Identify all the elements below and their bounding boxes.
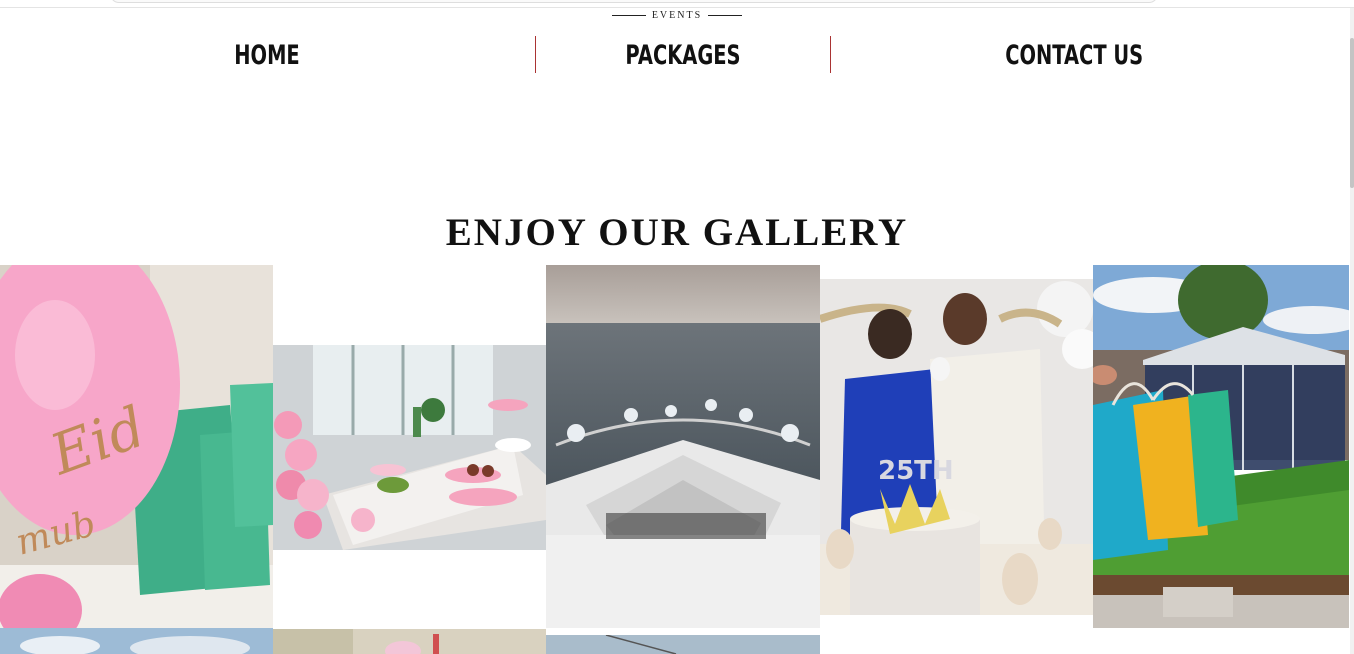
scrollbar-thumb[interactable] <box>1350 38 1354 188</box>
nav-packages-link[interactable]: PACKAGES <box>620 36 747 74</box>
dessert-table-photo <box>273 345 546 550</box>
events-rule-left <box>611 15 646 17</box>
gallery-image-eid[interactable]: Eid mub <box>0 265 273 628</box>
cotton-candy-photo <box>273 629 546 654</box>
gazebo-photo <box>1093 265 1349 628</box>
nav-contact-link[interactable]: CONTACT US <box>1005 36 1143 74</box>
page-scrollbar[interactable] <box>1350 8 1354 654</box>
gallery-image-sky[interactable] <box>0 628 273 654</box>
gallery-image-gazebo[interactable] <box>1093 265 1349 628</box>
gallery-image-cotton-candy[interactable] <box>273 629 546 654</box>
main-nav: HOME PACKAGES CONTACT US <box>0 36 1354 74</box>
gallery-image-dessert-table[interactable] <box>273 345 546 550</box>
nav-divider <box>535 36 536 73</box>
browser-top-strip <box>0 0 1354 8</box>
sky-photo <box>0 628 273 654</box>
anniversary-photo: 25TH <box>820 279 1093 615</box>
gallery-image-anniversary[interactable]: 25TH <box>820 279 1093 615</box>
gallery-image-sea-sky[interactable] <box>546 635 820 654</box>
eid-photo: Eid mub <box>0 265 273 628</box>
sea-sky-photo <box>546 635 820 654</box>
events-rule-right <box>708 15 743 17</box>
svg-text:25TH: 25TH <box>878 456 954 486</box>
nav-divider <box>830 36 831 73</box>
nav-home-link[interactable]: HOME <box>209 36 324 74</box>
yacht-photo <box>546 265 820 628</box>
gallery-image-yacht[interactable] <box>546 265 820 628</box>
events-label: EVENTS <box>651 10 703 21</box>
gallery-title: ENJOY OUR GALLERY <box>445 211 909 254</box>
search-bar-edge <box>110 0 1158 3</box>
events-heading: EVENTS <box>0 10 1354 21</box>
